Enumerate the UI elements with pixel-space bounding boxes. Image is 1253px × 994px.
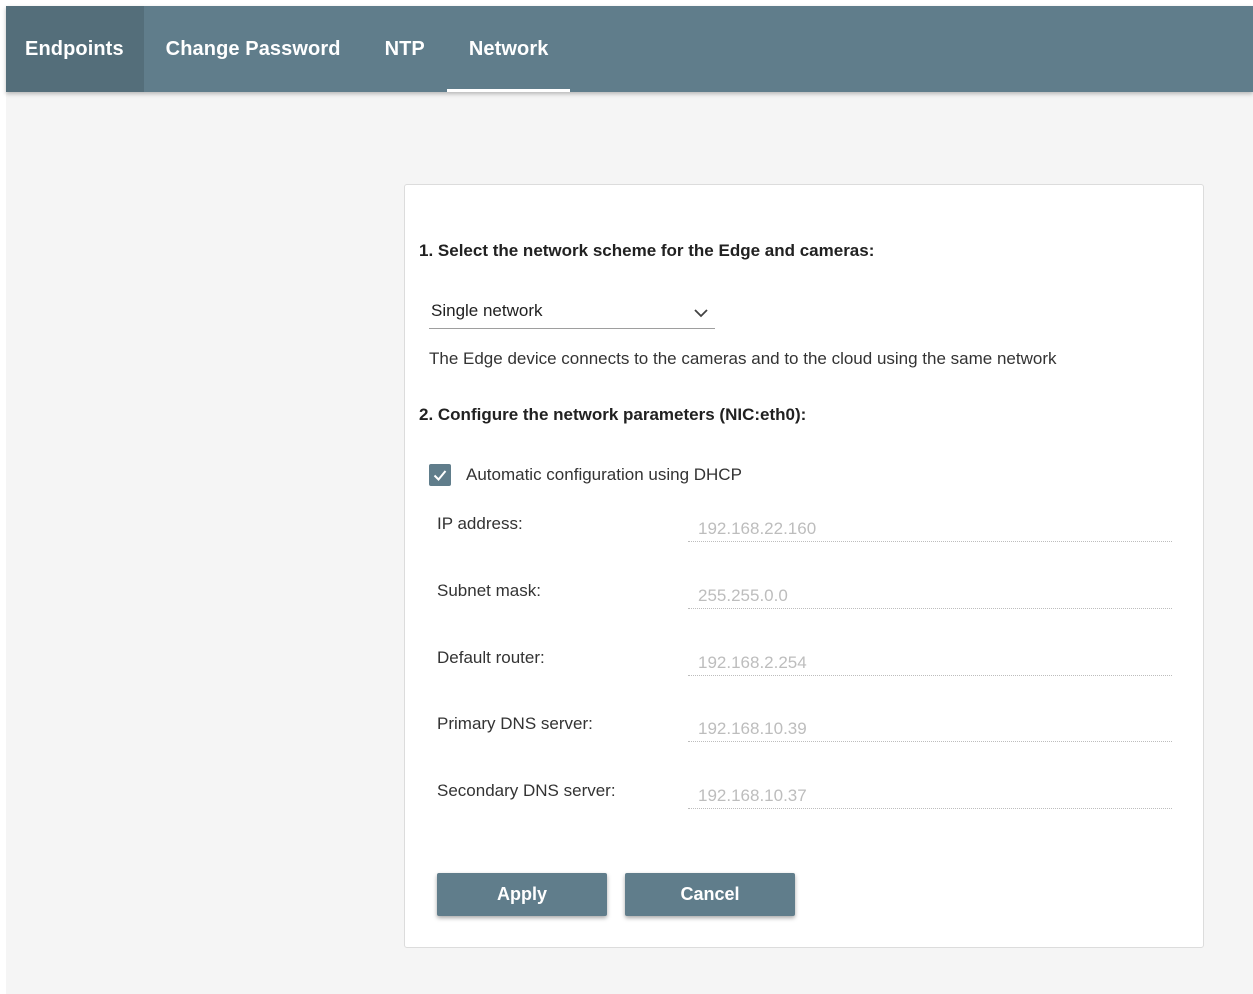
tab-label: Endpoints [25,37,124,60]
subnet-mask-row: Subnet mask: [437,581,1173,617]
chevron-down-icon [694,309,708,318]
network-scheme-value: Single network [431,301,543,320]
subnet-mask-label: Subnet mask: [437,581,541,600]
default-router-label: Default router: [437,648,545,667]
ip-address-row: IP address: [437,514,1173,550]
network-scheme-select[interactable]: Single network [429,297,715,329]
app-frame: Endpoints Change Password NTP Network 1.… [6,6,1253,994]
secondary-dns-input[interactable] [688,783,1172,809]
ip-address-input[interactable] [688,516,1172,542]
dhcp-label: Automatic configuration using DHCP [466,465,742,484]
primary-dns-input[interactable] [688,716,1172,742]
step1-title: 1. Select the network scheme for the Edg… [419,241,875,260]
top-navbar: Endpoints Change Password NTP Network [6,6,1253,92]
network-settings-card: 1. Select the network scheme for the Edg… [404,184,1204,948]
tab-network[interactable]: Network [446,6,571,92]
tab-ntp[interactable]: NTP [363,6,447,92]
network-scheme-description: The Edge device connects to the cameras … [429,349,1057,368]
dhcp-checkbox[interactable] [429,464,451,486]
tab-label: NTP [384,37,425,60]
cancel-button[interactable]: Cancel [625,873,795,916]
subnet-mask-input[interactable] [688,583,1172,609]
active-tab-indicator [446,89,571,92]
checkmark-icon [433,470,447,481]
apply-button[interactable]: Apply [437,873,607,916]
dhcp-checkbox-row[interactable]: Automatic configuration using DHCP [429,463,742,487]
primary-dns-row: Primary DNS server: [437,714,1173,750]
secondary-dns-label: Secondary DNS server: [437,781,616,800]
default-router-row: Default router: [437,648,1173,684]
tab-endpoints[interactable]: Endpoints [6,6,144,92]
ip-address-label: IP address: [437,514,523,533]
tab-change-password[interactable]: Change Password [144,6,363,92]
secondary-dns-row: Secondary DNS server: [437,781,1173,817]
primary-dns-label: Primary DNS server: [437,714,593,733]
tab-label: Change Password [165,37,341,60]
step2-title: 2. Configure the network parameters (NIC… [419,405,807,424]
default-router-input[interactable] [688,650,1172,676]
tab-label: Network [468,37,549,60]
